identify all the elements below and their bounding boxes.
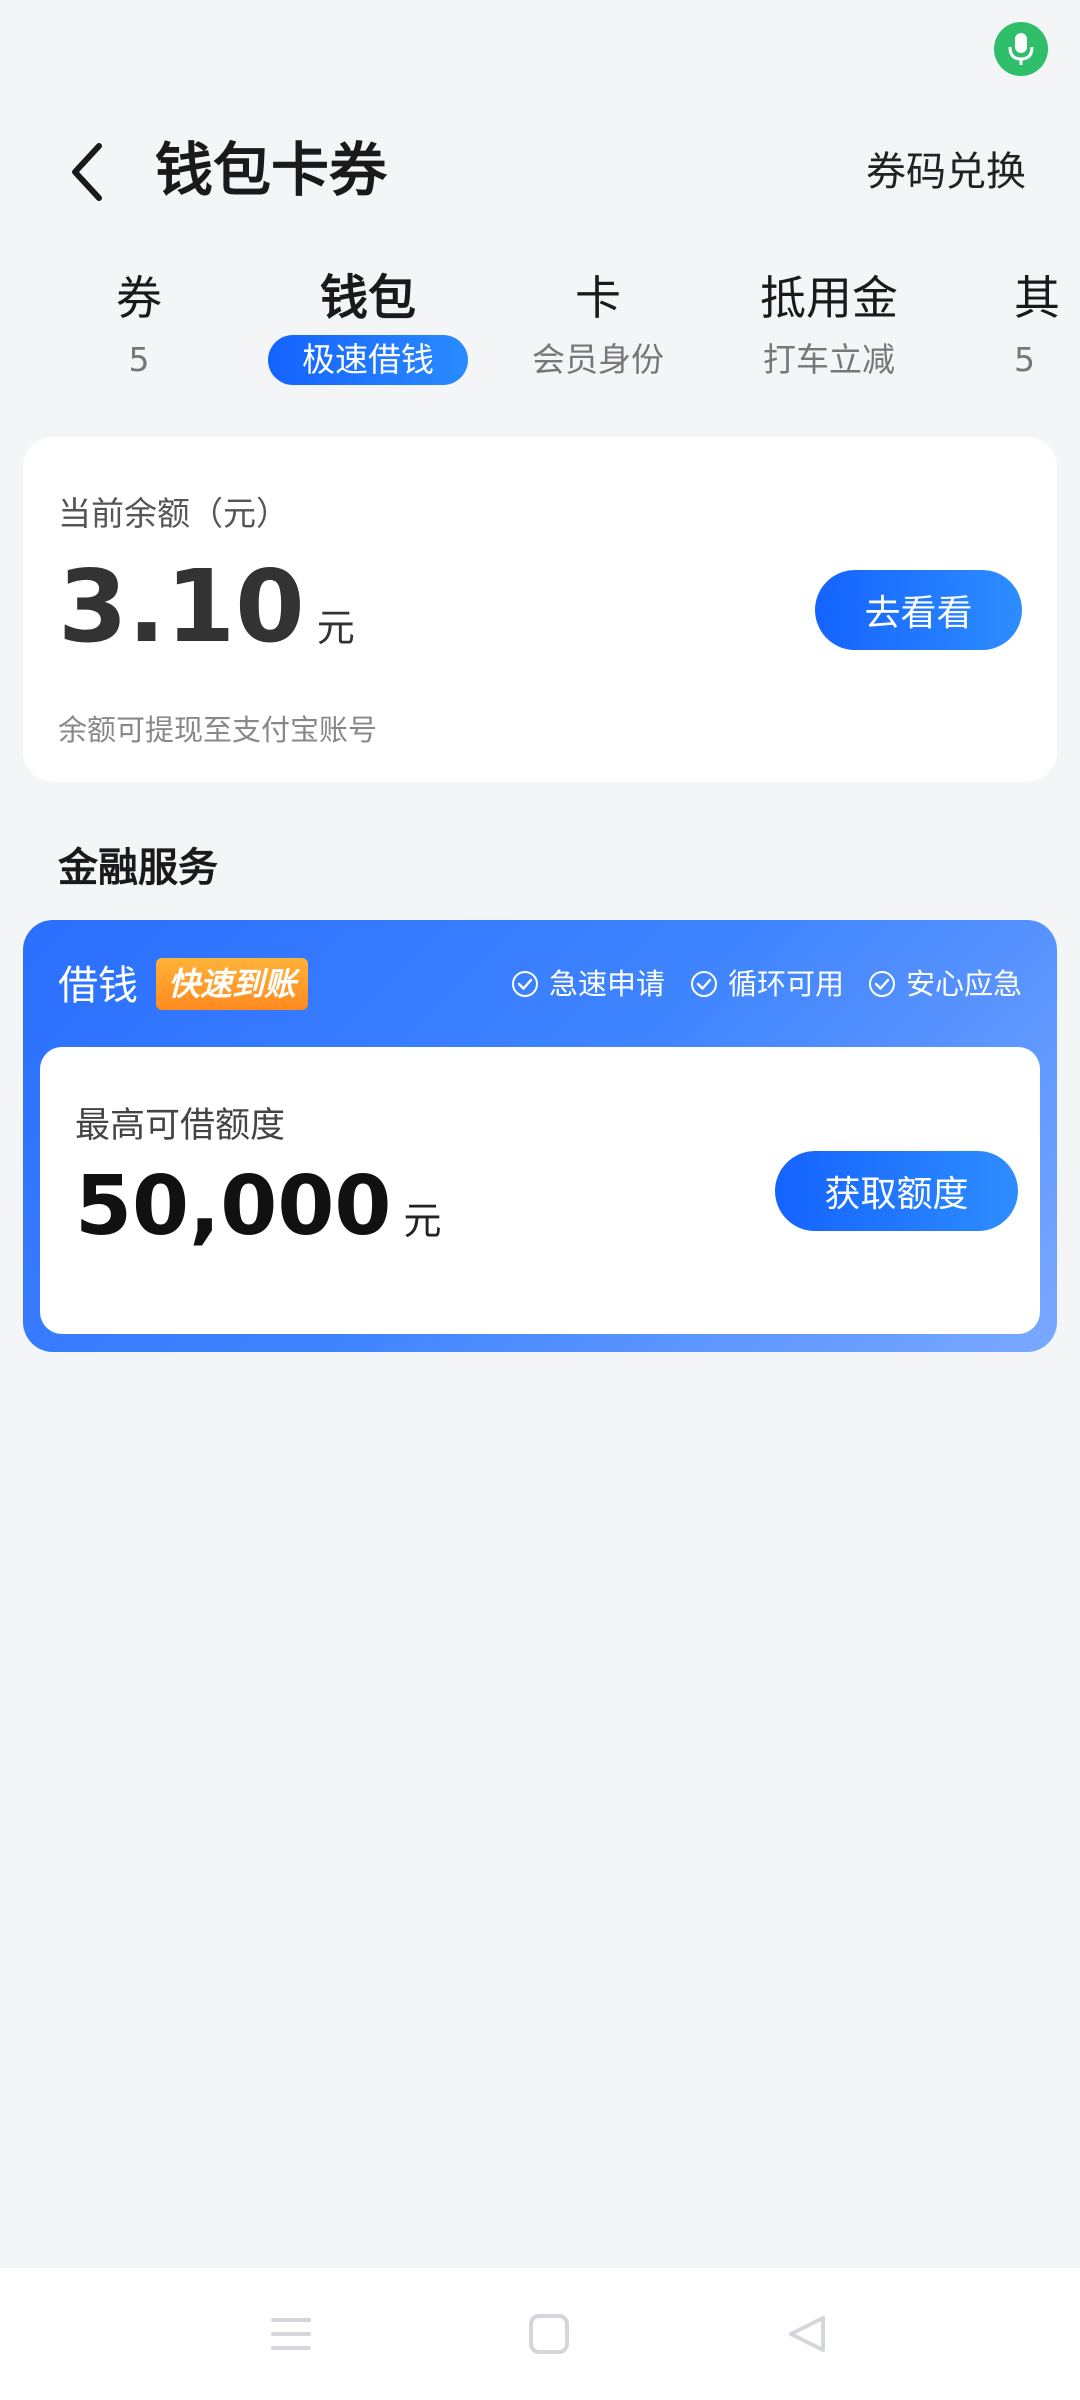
microphone-icon[interactable] (994, 22, 1048, 76)
voucher-code-exchange-link[interactable]: 券码兑换 (866, 142, 1026, 202)
tab-title: 其 (1014, 271, 1060, 325)
balance-unit: 元 (316, 606, 355, 650)
limit-unit: 元 (403, 1199, 442, 1243)
limit-amount: 50,000 元 (75, 1157, 441, 1279)
view-balance-button[interactable]: 去看看 (815, 570, 1022, 650)
tab-other[interactable]: 其 5 (953, 265, 1080, 395)
fast-arrival-badge: 快速到账 (156, 958, 309, 1010)
loan-card[interactable]: 借钱 快速到账 急速申请 循环可用 安心应急 最高可借额度 50,000 元 获取… (23, 920, 1057, 1352)
tab-title: 卡 (575, 271, 621, 325)
category-tabs: 券 5 钱包 极速借钱 卡 会员身份 抵用金 打车立减 其 5 (0, 265, 1080, 395)
balance-note: 余额可提现至支付宝账号 (58, 713, 378, 747)
get-quota-button[interactable]: 获取额度 (775, 1151, 1018, 1231)
system-navigation-bar (0, 2268, 1080, 2400)
tab-title: 券 (116, 271, 162, 325)
status-bar (0, 0, 1080, 110)
tab-title: 抵用金 (760, 271, 898, 325)
tab-wallet[interactable]: 钱包 极速借钱 (263, 265, 473, 395)
loan-limit-panel: 最高可借额度 50,000 元 获取额度 (40, 1047, 1040, 1334)
limit-value: 50,000 (75, 1159, 392, 1254)
tab-subtitle: 5 (128, 340, 150, 379)
balance-amount: 3.10 元 (58, 547, 355, 696)
tab-title: 钱包 (319, 270, 416, 326)
balance-value: 3.10 (58, 548, 305, 665)
balance-card: 当前余额（元） 3.10 元 去看看 余额可提现至支付宝账号 (23, 437, 1057, 782)
check-circle-icon (869, 971, 895, 997)
balance-label: 当前余额（元） (58, 494, 289, 533)
feature-item: 安心应急 (868, 962, 1022, 1006)
finance-section-title: 金融服务 (58, 845, 218, 891)
tab-deduction-credit[interactable]: 抵用金 打车立减 (724, 265, 934, 395)
home-square-icon[interactable] (509, 2298, 589, 2370)
menu-icon[interactable] (251, 2298, 331, 2370)
tab-vouchers[interactable]: 券 5 (34, 265, 244, 395)
check-circle-icon (512, 971, 538, 997)
back-button[interactable] (52, 132, 122, 212)
tab-cards[interactable]: 卡 会员身份 (493, 265, 703, 395)
tab-subtitle: 打车立减 (763, 340, 895, 379)
header: 钱包卡券 券码兑换 (0, 110, 1080, 230)
back-triangle-icon[interactable] (767, 2298, 847, 2370)
limit-label: 最高可借额度 (75, 1106, 286, 1146)
check-circle-icon (691, 971, 717, 997)
feature-label: 安心应急 (906, 967, 1023, 1001)
page-title: 钱包卡券 (155, 136, 388, 204)
chevron-left-icon (72, 143, 102, 201)
loan-title: 借钱 (58, 963, 138, 1009)
feature-item: 急速申请 (511, 962, 665, 1006)
feature-item: 循环可用 (690, 962, 844, 1006)
tab-subtitle: 会员身份 (532, 340, 664, 379)
tab-subtitle: 5 (1014, 340, 1035, 379)
feature-label: 循环可用 (728, 967, 845, 1001)
feature-label: 急速申请 (549, 967, 666, 1001)
tab-subtitle: 极速借钱 (268, 335, 468, 385)
